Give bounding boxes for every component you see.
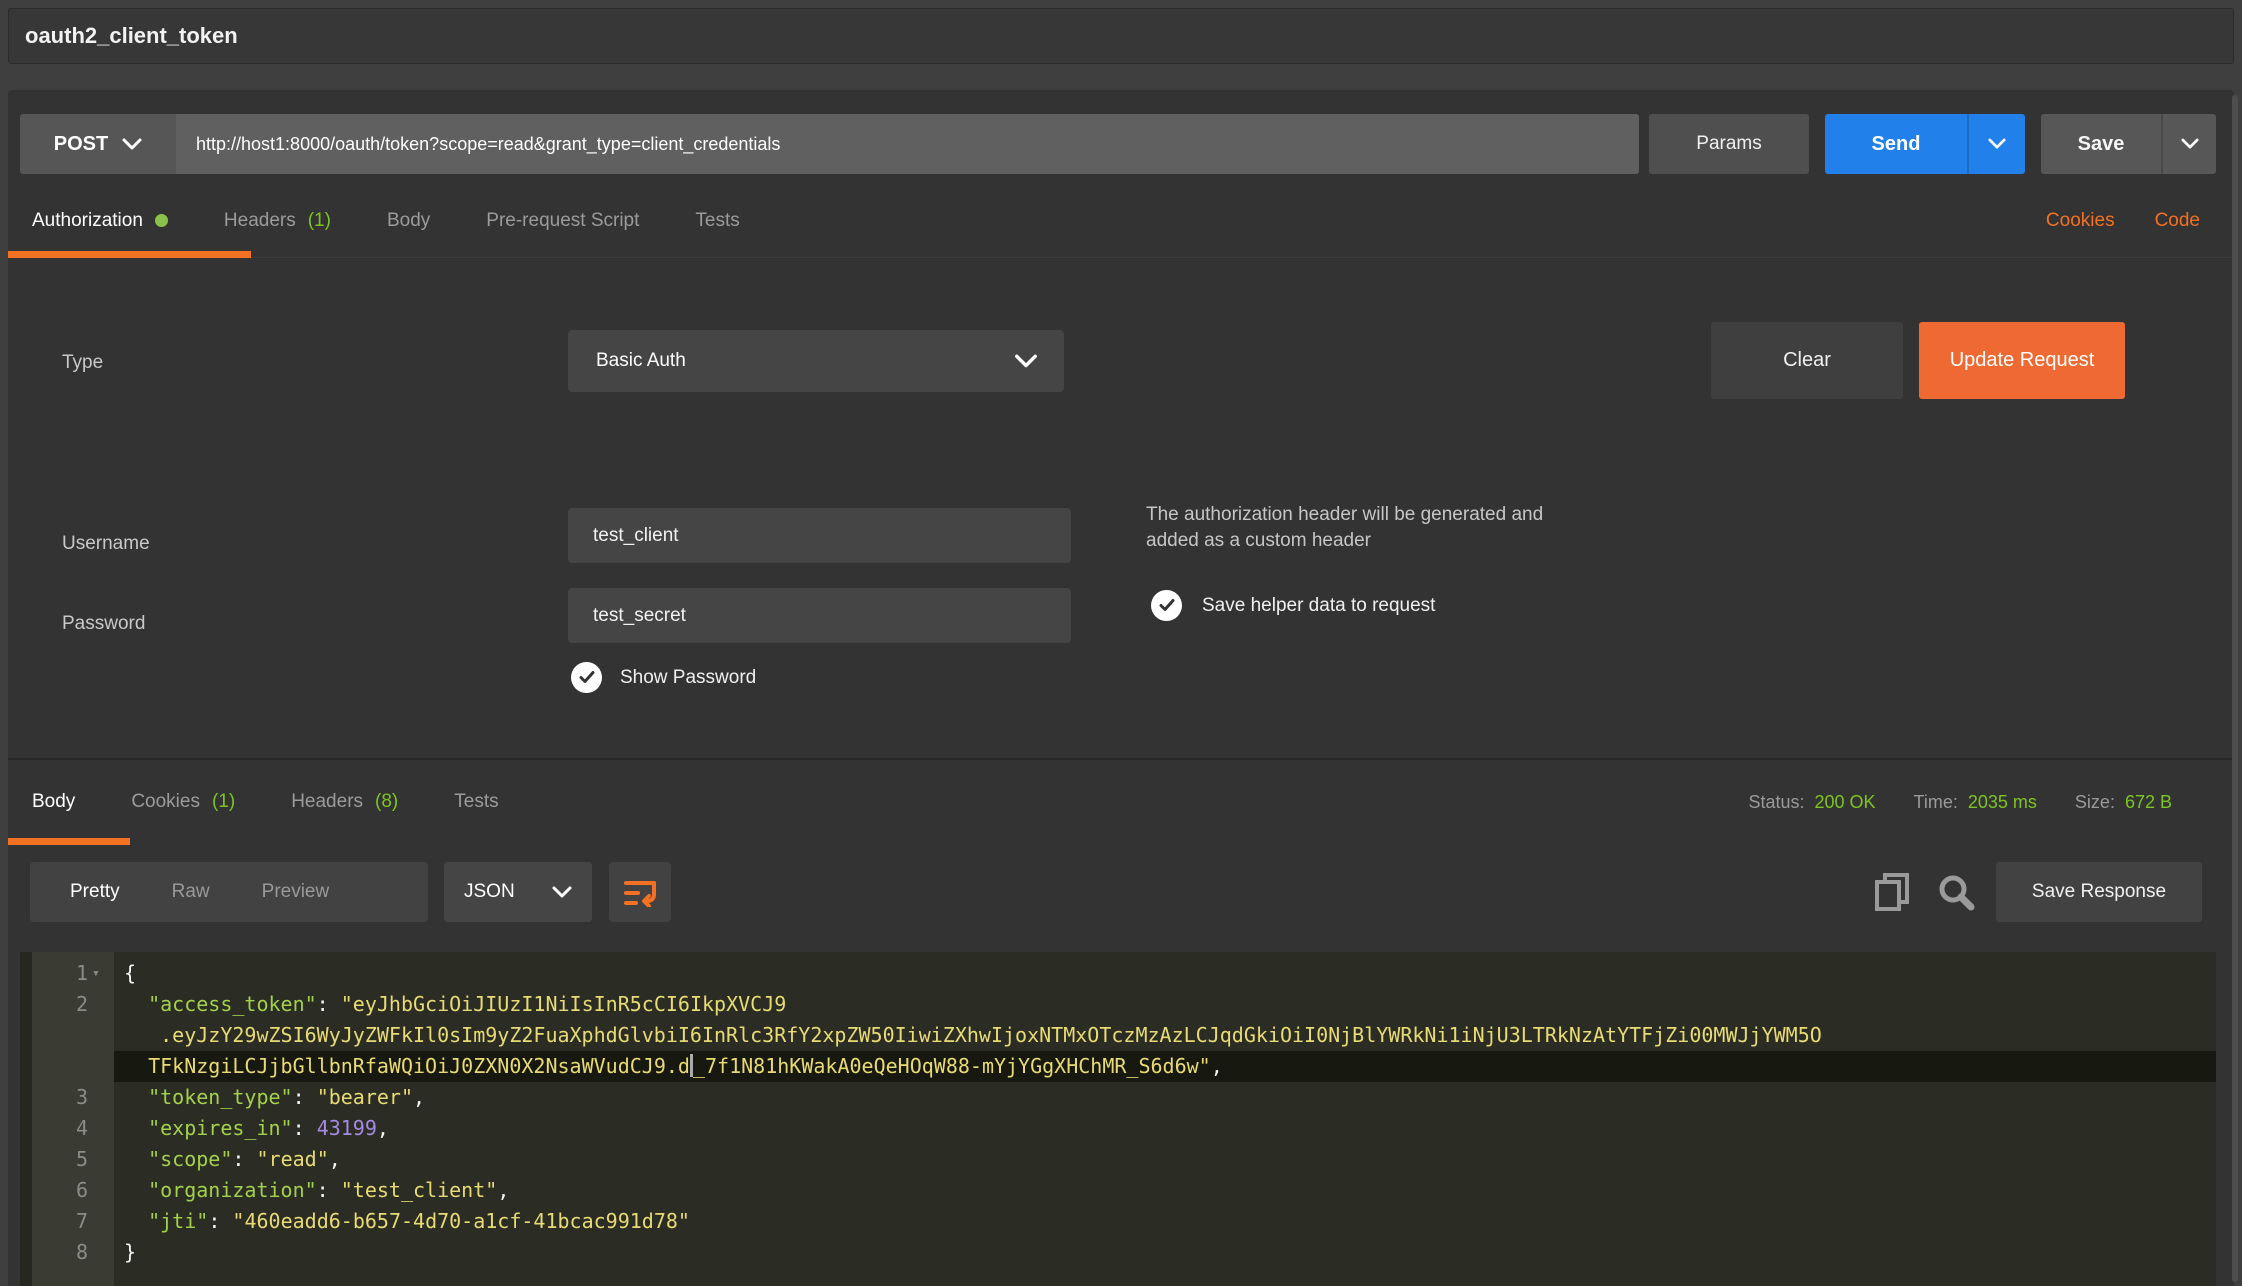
send-button-group: Send bbox=[1825, 114, 2025, 174]
response-status-bar: Status: 200 OK Time: 2035 ms Size: 672 B bbox=[1748, 792, 2172, 813]
send-button[interactable]: Send bbox=[1825, 114, 1967, 174]
url-input[interactable]: http://host1:8000/oauth/token?scope=read… bbox=[176, 114, 1639, 174]
size-item: Size: 672 B bbox=[2075, 792, 2172, 813]
request-title-bar: oauth2_client_token bbox=[8, 8, 2234, 64]
request-tabs: Authorization Headers (1) Body Pre-reque… bbox=[8, 184, 2234, 258]
view-mode-preview[interactable]: Preview bbox=[236, 881, 356, 903]
response-body-viewer[interactable]: 1▾{2 "access_token": "eyJhbGciOiJIUzI1Ni… bbox=[20, 952, 2216, 1286]
status-value: 200 OK bbox=[1814, 792, 1875, 813]
method-dropdown[interactable]: POST bbox=[20, 114, 176, 174]
copy-response-button[interactable] bbox=[1872, 872, 1912, 912]
format-value: JSON bbox=[464, 881, 515, 903]
chevron-down-icon bbox=[122, 138, 142, 151]
username-label: Username bbox=[62, 533, 150, 555]
search-response-button[interactable] bbox=[1936, 872, 1976, 912]
params-button[interactable]: Params bbox=[1649, 114, 1809, 174]
chevron-down-icon bbox=[1014, 354, 1038, 369]
format-dropdown[interactable]: JSON bbox=[444, 862, 592, 922]
response-tab-tests[interactable]: Tests bbox=[454, 791, 498, 813]
chevron-down-icon bbox=[1988, 138, 2006, 150]
view-mode-raw[interactable]: Raw bbox=[146, 881, 236, 903]
code-row: TFkNzgiLCJjbGllbnRfaWQiOiJ0ZXN0X2NsaWVud… bbox=[20, 1051, 2216, 1082]
send-options-button[interactable] bbox=[1967, 114, 2025, 174]
username-field[interactable] bbox=[568, 508, 1071, 563]
response-tabs: Body Cookies (1) Headers (8) Tests Statu… bbox=[8, 760, 2234, 844]
cookies-count-badge: (1) bbox=[212, 791, 235, 813]
show-password-row: Show Password bbox=[571, 662, 756, 693]
response-tab-cookies[interactable]: Cookies (1) bbox=[131, 791, 235, 813]
tab-tests[interactable]: Tests bbox=[695, 210, 739, 232]
code-row: 7 "jti": "460eadd6-b657-4d70-a1cf-41bcac… bbox=[20, 1206, 2216, 1237]
save-options-button[interactable] bbox=[2161, 114, 2216, 174]
code-row: 8} bbox=[20, 1237, 2216, 1268]
check-icon bbox=[1159, 599, 1175, 612]
headers-count-badge: (1) bbox=[308, 210, 331, 232]
request-title: oauth2_client_token bbox=[25, 23, 238, 49]
chevron-down-icon bbox=[552, 886, 572, 899]
auth-type-dropdown[interactable]: Basic Auth bbox=[568, 330, 1064, 392]
code-row: 2 "access_token": "eyJhbGciOiJIUzI1NiIsI… bbox=[20, 989, 2216, 1020]
password-field[interactable] bbox=[568, 588, 1071, 643]
update-request-button[interactable]: Update Request bbox=[1919, 322, 2125, 399]
tab-body[interactable]: Body bbox=[387, 210, 430, 232]
response-tab-headers[interactable]: Headers (8) bbox=[291, 791, 398, 813]
code-row: .eyJzY29wZSI6WyJyZWFkIl0sIm9yZ2FuaXphdGl… bbox=[20, 1020, 2216, 1051]
show-password-label: Show Password bbox=[620, 667, 756, 689]
time-item: Time: 2035 ms bbox=[1914, 792, 2037, 813]
tab-pre-request-script[interactable]: Pre-request Script bbox=[486, 210, 639, 232]
response-toolbar: Pretty Raw Preview JSON bbox=[8, 862, 2234, 932]
check-icon bbox=[579, 671, 595, 684]
save-button[interactable]: Save bbox=[2041, 114, 2161, 174]
chevron-down-icon bbox=[2181, 138, 2199, 150]
type-label: Type bbox=[62, 352, 103, 374]
active-tab-underline bbox=[8, 251, 251, 258]
search-icon bbox=[1937, 873, 1975, 911]
status-item: Status: 200 OK bbox=[1748, 792, 1875, 813]
save-response-button[interactable]: Save Response bbox=[1996, 862, 2202, 922]
tab-authorization[interactable]: Authorization bbox=[32, 210, 168, 232]
save-helper-checkbox[interactable] bbox=[1151, 590, 1182, 621]
request-panel: POST http://host1:8000/oauth/token?scope… bbox=[8, 90, 2234, 1286]
password-label: Password bbox=[62, 613, 145, 635]
save-button-group: Save bbox=[2041, 114, 2216, 174]
request-links: Cookies Code bbox=[2046, 210, 2200, 232]
time-value: 2035 ms bbox=[1968, 792, 2037, 813]
size-value: 672 B bbox=[2125, 792, 2172, 813]
code-lines: 1▾{2 "access_token": "eyJhbGciOiJIUzI1Ni… bbox=[20, 958, 2216, 1268]
view-mode-toggle: Pretty Raw Preview bbox=[30, 862, 428, 922]
response-active-tab-underline bbox=[8, 838, 130, 845]
response-tab-body[interactable]: Body bbox=[32, 791, 75, 813]
code-row: 3 "token_type": "bearer", bbox=[20, 1082, 2216, 1113]
copy-icon bbox=[1874, 872, 1910, 912]
url-text: http://host1:8000/oauth/token?scope=read… bbox=[196, 134, 780, 155]
save-helper-label: Save helper data to request bbox=[1202, 595, 1435, 617]
auth-helper-text: The authorization header will be generat… bbox=[1146, 502, 1543, 554]
code-link[interactable]: Code bbox=[2155, 210, 2200, 232]
wrap-text-button[interactable] bbox=[609, 862, 671, 922]
url-row: POST http://host1:8000/oauth/token?scope… bbox=[20, 114, 2216, 174]
wrap-text-icon bbox=[623, 877, 657, 907]
auth-type-value: Basic Auth bbox=[596, 350, 686, 372]
clear-button[interactable]: Clear bbox=[1711, 322, 1903, 399]
cookies-link[interactable]: Cookies bbox=[2046, 210, 2115, 232]
view-mode-pretty[interactable]: Pretty bbox=[44, 881, 146, 903]
vertical-scrollbar[interactable] bbox=[2232, 95, 2238, 1282]
code-row: 5 "scope": "read", bbox=[20, 1144, 2216, 1175]
save-helper-row: Save helper data to request bbox=[1151, 590, 1435, 621]
code-row: 6 "organization": "test_client", bbox=[20, 1175, 2216, 1206]
response-headers-count-badge: (8) bbox=[375, 791, 398, 813]
auth-active-dot-icon bbox=[155, 214, 168, 227]
code-row: 1▾{ bbox=[20, 958, 2216, 989]
method-label: POST bbox=[54, 133, 108, 156]
code-row: 4 "expires_in": 43199, bbox=[20, 1113, 2216, 1144]
tab-headers[interactable]: Headers (1) bbox=[224, 210, 331, 232]
show-password-checkbox[interactable] bbox=[571, 662, 602, 693]
